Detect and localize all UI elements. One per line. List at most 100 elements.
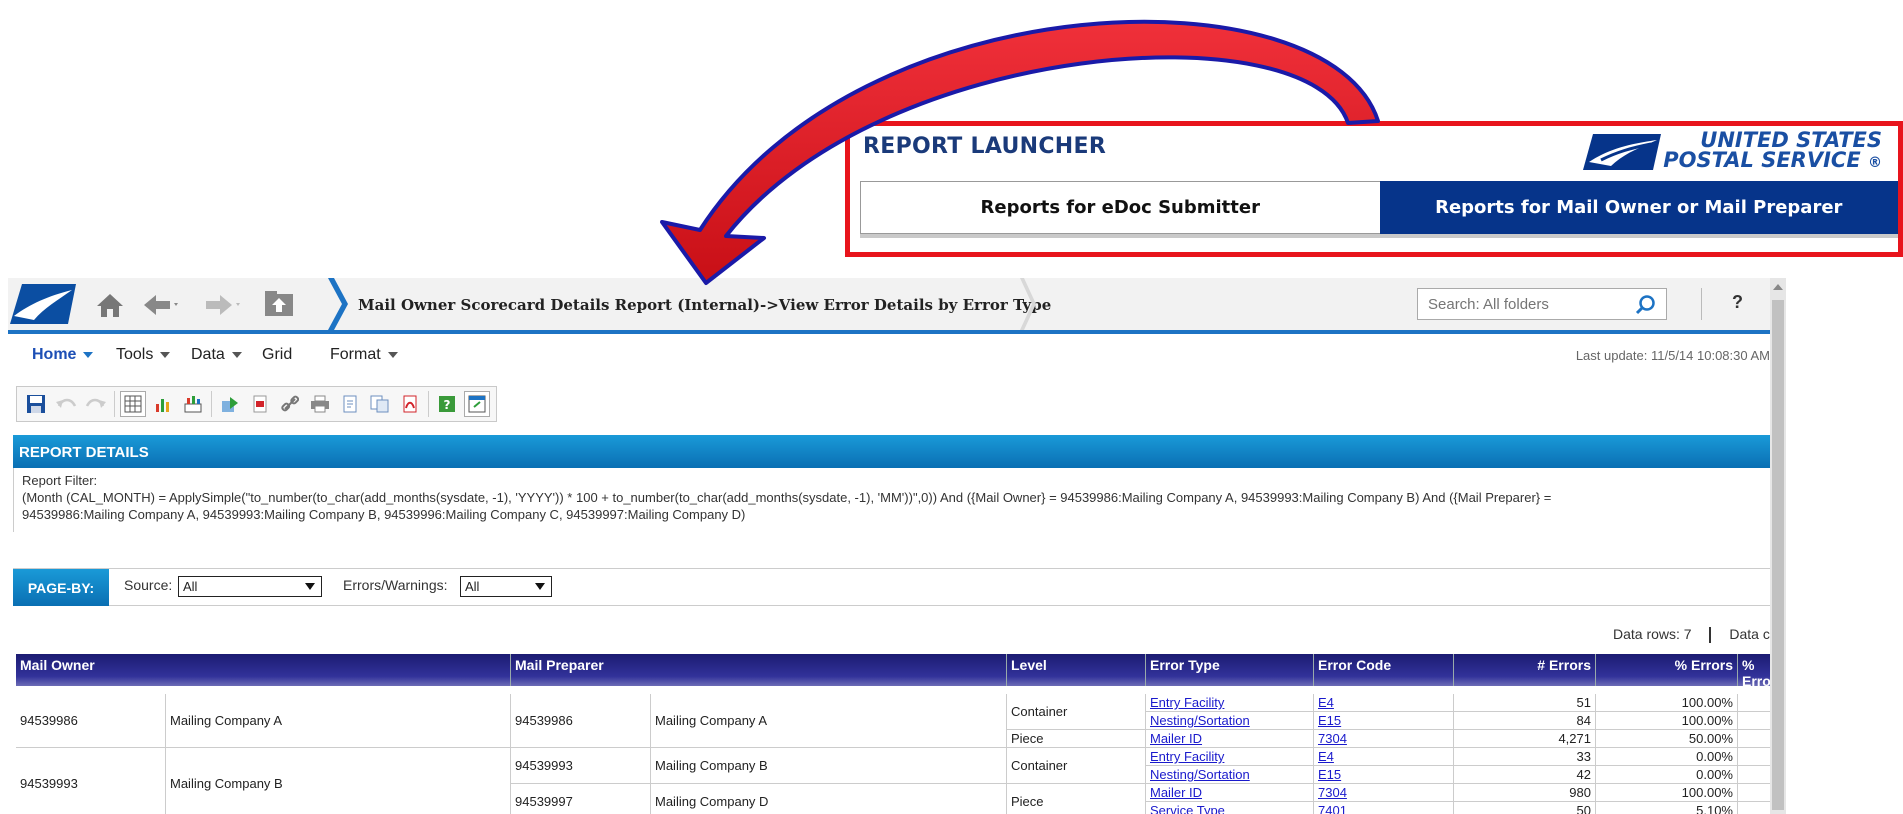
- print-icon[interactable]: [307, 391, 333, 417]
- grid-column-header[interactable]: Mail Preparer: [511, 654, 1007, 686]
- scrollbar-thumb[interactable]: [1772, 300, 1784, 810]
- report-filter-label: Report Filter:: [22, 473, 98, 488]
- error-code-cell-link[interactable]: 7304: [1318, 731, 1347, 746]
- grid-column-header[interactable]: Error Code: [1314, 654, 1454, 686]
- link-icon[interactable]: [277, 391, 303, 417]
- report-launcher-panel: REPORT LAUNCHER UNITED STATES POSTAL SER…: [845, 121, 1903, 257]
- pdf-icon[interactable]: [397, 391, 423, 417]
- svg-text:?: ?: [444, 398, 451, 412]
- registered-mark: ®: [1868, 155, 1882, 171]
- grid-graph-icon[interactable]: [180, 391, 206, 417]
- mail-owner-id: 94539993: [16, 748, 166, 814]
- error-count-cell: 84: [1454, 712, 1596, 730]
- copy-icon[interactable]: [367, 391, 393, 417]
- menu-home-label: Home: [32, 346, 77, 363]
- error-type-cell-link[interactable]: Service Type: [1150, 803, 1225, 814]
- search-input[interactable]: [1426, 295, 1630, 314]
- error-type-cell-link[interactable]: Mailer ID: [1150, 731, 1202, 746]
- level-cell: Container: [1007, 748, 1146, 784]
- menu-grid-label: Grid: [262, 346, 293, 363]
- graph-view-icon[interactable]: [150, 391, 176, 417]
- chevron-down-icon: [83, 351, 94, 358]
- mail-preparer-id: 94539993: [511, 748, 651, 784]
- data-columns-count: Data c: [1729, 626, 1770, 642]
- save-icon[interactable]: [23, 391, 49, 417]
- search-box: [1417, 288, 1667, 320]
- mail-owner-id: 94539986: [16, 694, 166, 748]
- search-icon[interactable]: [1634, 294, 1656, 316]
- tab-edoc-submitter[interactable]: Reports for eDoc Submitter: [860, 181, 1380, 234]
- menu-data-label: Data: [191, 346, 225, 363]
- menu-grid[interactable]: Grid: [262, 346, 292, 364]
- report-filter-line-2: 94539986:Mailing Company A, 94539993:Mai…: [22, 507, 746, 522]
- error-code-cell-link[interactable]: 7401: [1318, 803, 1347, 814]
- home-icon[interactable]: [96, 292, 124, 318]
- launcher-title: REPORT LAUNCHER: [863, 134, 1107, 159]
- menu-tools-label: Tools: [116, 346, 154, 363]
- grid-column-header[interactable]: Mail Owner: [16, 654, 511, 686]
- menu-data[interactable]: Data: [191, 346, 242, 364]
- tab-mail-owner-preparer[interactable]: Reports for Mail Owner or Mail Preparer: [1379, 181, 1898, 234]
- grid-column-header[interactable]: Error Type: [1146, 654, 1314, 686]
- scroll-up-arrow-icon[interactable]: [1773, 284, 1783, 290]
- toolbar-divider: [1701, 288, 1702, 320]
- error-code-cell-link[interactable]: E15: [1318, 767, 1341, 782]
- forward-arrow-icon[interactable]: [204, 292, 244, 318]
- chevron-down-icon: [160, 351, 171, 358]
- grid-column-header[interactable]: % Errors: [1596, 654, 1738, 686]
- error-type-cell-link[interactable]: Nesting/Sortation: [1150, 767, 1250, 782]
- mail-preparer-name: Mailing Company D: [651, 784, 1007, 814]
- error-count-cell: 42: [1454, 766, 1596, 784]
- page-setup-icon[interactable]: [337, 391, 363, 417]
- report-toolbar: ?: [16, 386, 497, 422]
- errors-warnings-select[interactable]: All: [460, 576, 552, 597]
- error-percent-cell: 0.00%: [1596, 748, 1738, 766]
- chevron-down-icon: [305, 583, 315, 590]
- error-type-cell-link[interactable]: Nesting/Sortation: [1150, 713, 1250, 728]
- usps-logo-icon[interactable]: [10, 282, 76, 326]
- undo-icon[interactable]: [53, 391, 79, 417]
- grid-view-icon[interactable]: [120, 391, 146, 417]
- error-type-cell-link[interactable]: Entry Facility: [1150, 695, 1224, 710]
- error-count-cell: 51: [1454, 694, 1596, 712]
- mail-preparer-name: Mailing Company B: [651, 748, 1007, 784]
- menu-bar: Home Tools Data Grid Format Last update:…: [8, 334, 1778, 374]
- error-code-cell: 7304: [1314, 784, 1454, 802]
- error-type-cell: Mailer ID: [1146, 730, 1314, 748]
- menu-home[interactable]: Home: [32, 346, 94, 364]
- top-navigation-bar: Mail Owner Scorecard Details Report (Int…: [8, 278, 1778, 334]
- menu-tools[interactable]: Tools: [116, 346, 171, 364]
- source-select-value: All: [183, 579, 198, 594]
- report-details-header[interactable]: REPORT DETAILS: [13, 435, 1778, 468]
- error-code-cell-link[interactable]: E4: [1318, 749, 1334, 764]
- error-type-cell-link[interactable]: Mailer ID: [1150, 785, 1202, 800]
- back-arrow-icon[interactable]: [142, 292, 182, 318]
- export-icon[interactable]: [217, 391, 243, 417]
- pdf-export-icon[interactable]: [247, 391, 273, 417]
- breadcrumb-end-chevron-icon: [1020, 278, 1036, 330]
- vertical-scrollbar[interactable]: [1770, 278, 1786, 814]
- error-type-cell-link[interactable]: Entry Facility: [1150, 749, 1224, 764]
- error-code-cell-link[interactable]: E4: [1318, 695, 1334, 710]
- menu-format[interactable]: Format: [330, 346, 398, 364]
- error-code-cell-link[interactable]: E15: [1318, 713, 1341, 728]
- data-info-separator: [1709, 627, 1712, 644]
- last-update-text: Last update: 11/5/14 10:08:30 AM: [1575, 348, 1770, 363]
- grid-column-header[interactable]: # Errors: [1454, 654, 1596, 686]
- help-icon[interactable]: ?: [434, 391, 460, 417]
- errors-warnings-label: Errors/Warnings:: [343, 577, 448, 593]
- source-select[interactable]: All: [178, 576, 322, 597]
- grid-column-header[interactable]: Level: [1007, 654, 1146, 686]
- maximize-icon[interactable]: [464, 391, 490, 417]
- redo-icon[interactable]: [83, 391, 109, 417]
- mail-preparer-id: 94539986: [511, 694, 651, 748]
- mail-owner-name: Mailing Company B: [166, 748, 511, 814]
- error-code-cell-link[interactable]: 7304: [1318, 785, 1347, 800]
- error-code-cell: 7401: [1314, 802, 1454, 814]
- help-button[interactable]: ?: [1732, 292, 1743, 313]
- level-cell: Container: [1007, 694, 1146, 730]
- error-code-cell: 7304: [1314, 730, 1454, 748]
- mail-owner-name: Mailing Company A: [166, 694, 511, 748]
- up-folder-icon[interactable]: [264, 290, 294, 318]
- error-percent-cell: 5.10%: [1596, 802, 1738, 814]
